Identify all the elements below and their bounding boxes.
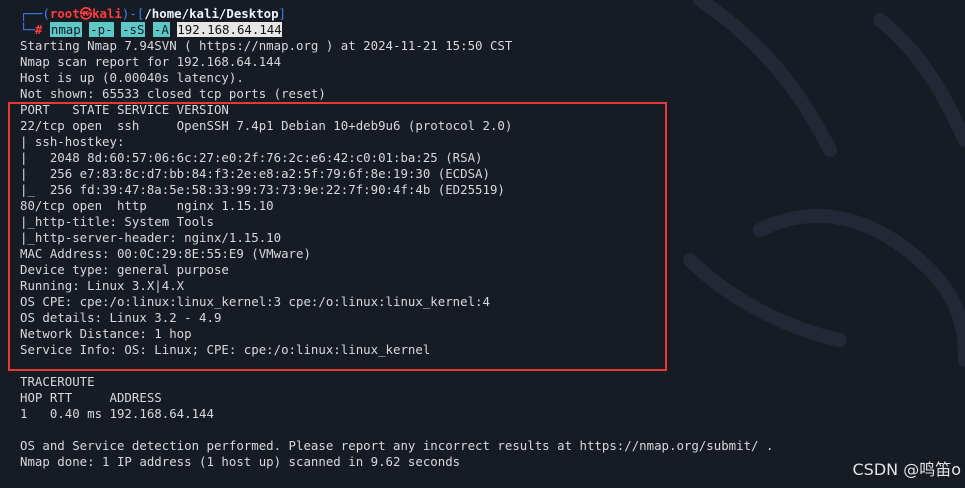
terminal-window[interactable]: ┌──(root㉿kali)-[/home/kali/Desktop] └─# … [20, 6, 965, 470]
prompt-user: root [49, 6, 80, 21]
output-line: Running: Linux 3.X|4.X [20, 278, 185, 293]
command-target: 192.168.64.144 [177, 22, 282, 37]
command-flag-syn: -sS [121, 22, 146, 37]
output-line: Starting Nmap 7.94SVN ( https://nmap.org… [20, 38, 513, 53]
output-line: Host is up (0.00040s latency). [20, 70, 244, 85]
prompt-open: ┌──( [20, 6, 50, 21]
output-line: | 256 e7:83:8c:d7:bb:84:f3:2e:e8:a2:5f:7… [20, 166, 490, 181]
output-line: Device type: general purpose [20, 262, 229, 277]
output-line: Service Info: OS: Linux; CPE: cpe:/o:lin… [20, 342, 431, 357]
output-line: |_http-title: System Tools [20, 214, 214, 229]
output-line: 22/tcp open ssh OpenSSH 7.4p1 Debian 10+… [20, 118, 513, 133]
prompt-line-1: ┌──(root㉿kali)-[/home/kali/Desktop] [20, 6, 965, 22]
output-line: PORT STATE SERVICE VERSION [20, 102, 229, 117]
csdn-watermark: CSDN @鸣笛o [852, 460, 962, 479]
output-line: Not shown: 65533 closed tcp ports (reset… [20, 86, 326, 101]
prompt-host: kali [92, 6, 122, 21]
output-line: Nmap done: 1 IP address (1 host up) scan… [20, 454, 461, 469]
output-line: OS CPE: cpe:/o:linux:linux_kernel:3 cpe:… [20, 294, 490, 309]
output-line: | 2048 8d:60:57:06:6c:27:e0:2f:76:2c:e6:… [20, 150, 483, 165]
prompt-corner: └─ [20, 22, 35, 37]
output-line: 1 0.40 ms 192.168.64.144 [20, 406, 214, 421]
output-line: Network Distance: 1 hop [20, 326, 192, 341]
output-line: OS and Service detection performed. Plea… [20, 438, 774, 453]
prompt-hash: # [34, 22, 43, 37]
command-flag-aggressive: -A [152, 22, 170, 37]
output-line: |_http-server-header: nginx/1.15.10 [20, 230, 282, 245]
output-line: OS details: Linux 3.2 - 4.9 [20, 310, 222, 325]
command-line[interactable]: └─# nmap -p- -sS -A 192.168.64.144 [20, 22, 965, 38]
command-program: nmap [49, 22, 82, 37]
skull-icon: ㉿ [79, 6, 93, 21]
prompt-sep: )-[ [121, 6, 145, 21]
output-line: | ssh-hostkey: [20, 134, 132, 149]
output-line: Nmap scan report for 192.168.64.144 [20, 54, 282, 69]
command-flag-ports: -p- [89, 22, 114, 37]
output-line: 80/tcp open http nginx 1.15.10 [20, 198, 274, 213]
output-line: TRACEROUTE [20, 374, 95, 389]
command-output: Starting Nmap 7.94SVN ( https://nmap.org… [20, 38, 965, 470]
prompt-path: /home/kali/Desktop [144, 6, 279, 21]
output-line: MAC Address: 00:0C:29:8E:55:E9 (VMware) [20, 246, 311, 261]
output-line: HOP RTT ADDRESS [20, 390, 162, 405]
output-line: |_ 256 fd:39:47:8a:5e:58:33:99:73:73:9e:… [20, 182, 505, 197]
prompt-close: ] [278, 6, 287, 21]
